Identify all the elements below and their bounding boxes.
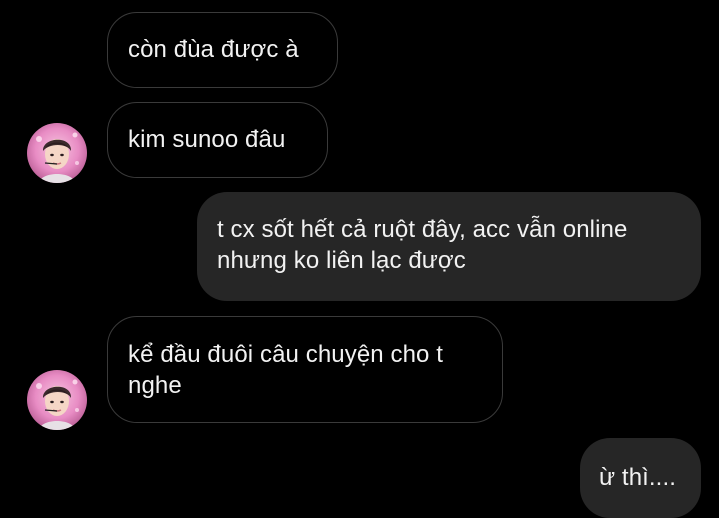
outgoing-message-bubble[interactable]: ừ thì.... xyxy=(580,438,701,518)
message-text: còn đùa được à xyxy=(128,36,299,63)
profile-photo-icon xyxy=(27,370,87,430)
outgoing-message-bubble[interactable]: t cx sốt hết cả ruột đây, acc vẫn online… xyxy=(197,192,701,301)
chat-thread: còn đùa được à kim sunoo đâu t cx sốt hế… xyxy=(0,0,719,518)
message-text: kim sunoo đâu xyxy=(128,126,286,153)
incoming-message-bubble[interactable]: còn đùa được à xyxy=(107,12,338,88)
incoming-message-bubble[interactable]: kể đầu đuôi câu chuyện cho t nghe xyxy=(107,316,503,423)
contact-avatar[interactable] xyxy=(27,370,87,430)
message-text: t cx sốt hết cả ruột đây, acc vẫn online… xyxy=(217,216,628,274)
profile-photo-icon xyxy=(27,123,87,183)
incoming-message-bubble[interactable]: kim sunoo đâu xyxy=(107,102,328,178)
contact-avatar[interactable] xyxy=(27,123,87,183)
message-text: kể đầu đuôi câu chuyện cho t nghe xyxy=(128,341,444,399)
message-text: ừ thì.... xyxy=(599,464,676,491)
